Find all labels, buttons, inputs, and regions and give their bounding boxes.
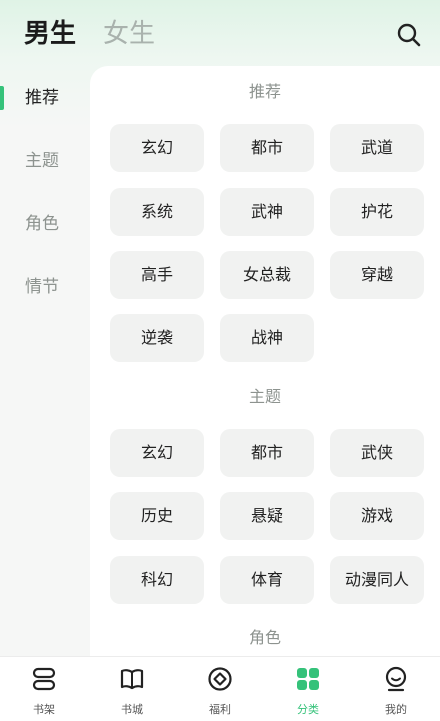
- nav-item-category[interactable]: 分类: [264, 657, 352, 721]
- tag-chip[interactable]: 都市: [220, 429, 314, 477]
- tag-content-panel: 推荐 玄幻 都市 武道 系统 武神 护花 高手 女总裁 穿越 逆袭 战神 主题 …: [90, 66, 440, 656]
- tag-chip[interactable]: 逆袭: [110, 314, 204, 362]
- tag-chip[interactable]: 武侠: [330, 429, 424, 477]
- search-button[interactable]: [396, 22, 422, 48]
- tag-chip[interactable]: 动漫同人: [330, 556, 424, 604]
- tag-chip[interactable]: 悬疑: [220, 492, 314, 540]
- sidebar-item-label: 推荐: [25, 88, 59, 108]
- nav-label: 我的: [385, 703, 407, 716]
- nav-item-bookshelf[interactable]: 书架: [0, 657, 88, 721]
- nav-item-profile[interactable]: 我的: [352, 657, 440, 721]
- tag-chip[interactable]: 武道: [330, 124, 424, 172]
- tag-chip[interactable]: 护花: [330, 188, 424, 236]
- tab-male[interactable]: 男生: [24, 17, 76, 51]
- header: 男生 女生: [0, 0, 440, 66]
- profile-icon: [385, 666, 407, 692]
- search-icon: [397, 23, 421, 47]
- nav-item-bookstore[interactable]: 书城: [88, 657, 176, 721]
- tag-chip[interactable]: 玄幻: [110, 429, 204, 477]
- tag-chip[interactable]: 体育: [220, 556, 314, 604]
- sidebar-item-recommend[interactable]: 推荐: [0, 78, 90, 118]
- welfare-icon: [208, 667, 232, 691]
- sidebar-item-theme[interactable]: 主题: [0, 141, 90, 181]
- bottom-navigation: 书架 书城 福利 分类 我的: [0, 656, 440, 721]
- nav-label: 分类: [297, 703, 319, 716]
- sidebar-item-label: 情节: [25, 277, 59, 297]
- tag-chip[interactable]: 女总裁: [220, 251, 314, 299]
- sidebar-item-label: 角色: [25, 214, 59, 234]
- nav-label: 福利: [209, 703, 231, 716]
- section-title-role: 角色: [248, 628, 281, 647]
- tag-chip[interactable]: 系统: [110, 188, 204, 236]
- tag-chip[interactable]: 穿越: [330, 251, 424, 299]
- book-icon: [120, 669, 144, 690]
- tag-chip[interactable]: 武神: [220, 188, 314, 236]
- sidebar-item-role[interactable]: 角色: [0, 204, 90, 244]
- section-title-recommend: 推荐: [248, 82, 281, 101]
- bookshelf-icon: [32, 667, 56, 691]
- nav-label: 书城: [121, 703, 143, 716]
- nav-label: 书架: [33, 703, 55, 716]
- category-sidebar: 推荐 主题 角色 情节: [0, 66, 90, 656]
- sidebar-item-label: 主题: [25, 151, 59, 171]
- tag-chip[interactable]: 高手: [110, 251, 204, 299]
- category-grid-icon: [297, 668, 319, 690]
- tag-chip[interactable]: 游戏: [330, 492, 424, 540]
- section-title-theme: 主题: [248, 387, 281, 406]
- tab-female[interactable]: 女生: [103, 17, 155, 51]
- nav-item-welfare[interactable]: 福利: [176, 657, 264, 721]
- tag-chip[interactable]: 历史: [110, 492, 204, 540]
- tag-chip[interactable]: 都市: [220, 124, 314, 172]
- tag-chip[interactable]: 战神: [220, 314, 314, 362]
- tag-chip[interactable]: 科幻: [110, 556, 204, 604]
- active-indicator: [0, 86, 4, 110]
- tag-chip[interactable]: 玄幻: [110, 124, 204, 172]
- sidebar-item-plot[interactable]: 情节: [0, 267, 90, 307]
